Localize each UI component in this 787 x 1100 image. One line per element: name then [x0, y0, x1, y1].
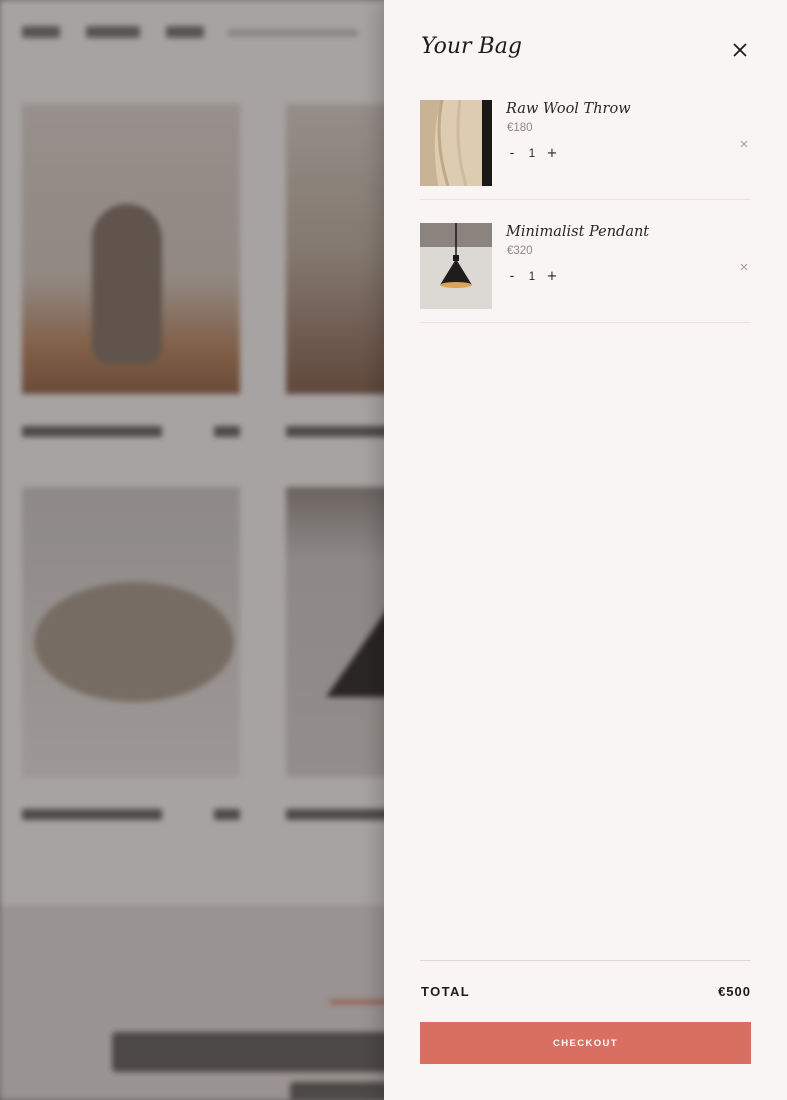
close-icon	[733, 43, 747, 57]
item-name: Minimalist Pendant	[506, 224, 650, 240]
cart-item-list: Raw Wool Throw €180 - 1 + Minimalist Pen…	[420, 77, 751, 323]
remove-item-icon	[740, 263, 748, 271]
decrease-quantity-button[interactable]: -	[504, 146, 520, 162]
item-price: €320	[507, 245, 533, 257]
remove-item-icon	[740, 140, 748, 148]
remove-item-button[interactable]	[737, 137, 751, 151]
cart-title: Your Bag	[421, 34, 522, 59]
total-label: TOTAL	[421, 984, 471, 999]
cart-item: Minimalist Pendant €320 - 1 +	[420, 200, 751, 323]
quantity-stepper: - 1 +	[504, 146, 560, 162]
checkout-button[interactable]: CHECKOUT	[420, 1022, 751, 1064]
remove-item-button[interactable]	[737, 260, 751, 274]
item-name: Raw Wool Throw	[506, 101, 631, 117]
quantity-value: 1	[528, 271, 536, 283]
close-cart-button[interactable]	[726, 36, 754, 64]
cart-item: Raw Wool Throw €180 - 1 +	[420, 77, 751, 200]
cart-drawer: Your Bag Raw Wool Throw €180 - 1 + Minim…	[384, 0, 787, 1100]
increase-quantity-button[interactable]: +	[544, 146, 560, 162]
product-thumbnail-pendant	[420, 223, 492, 309]
quantity-value: 1	[528, 148, 536, 160]
item-price: €180	[507, 122, 533, 134]
total-value: €500	[718, 984, 751, 999]
product-thumbnail-throw	[420, 100, 492, 186]
cart-footer-divider	[420, 960, 751, 961]
increase-quantity-button[interactable]: +	[544, 269, 560, 285]
decrease-quantity-button[interactable]: -	[504, 269, 520, 285]
quantity-stepper: - 1 +	[504, 269, 560, 285]
